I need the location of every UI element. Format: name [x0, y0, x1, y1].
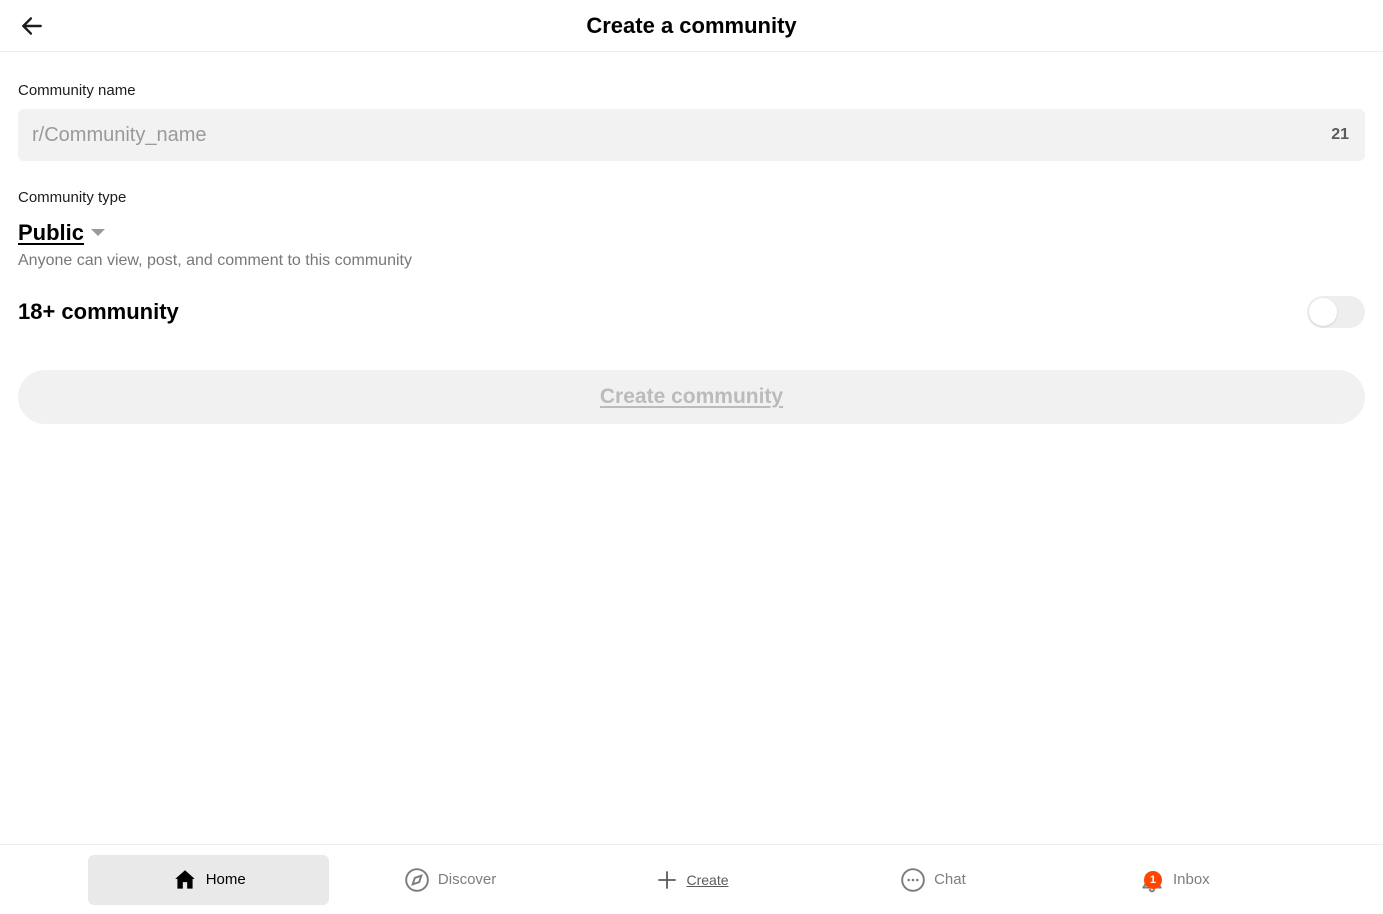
adult-community-label: 18+ community — [18, 299, 179, 325]
community-name-input[interactable] — [18, 109, 1365, 161]
nav-home[interactable]: Home — [88, 855, 329, 905]
form-content: Community name 21 Community type Public … — [0, 52, 1383, 424]
home-icon — [172, 867, 198, 893]
adult-community-row: 18+ community — [18, 296, 1365, 328]
community-name-input-wrapper: 21 — [18, 109, 1365, 161]
nav-inbox-label: Inbox — [1173, 871, 1210, 888]
create-community-button[interactable]: Create community — [18, 370, 1365, 424]
plus-icon — [655, 868, 679, 892]
page-title: Create a community — [586, 13, 796, 39]
community-type-section: Community type Public Anyone can view, p… — [18, 189, 1365, 270]
char-counter: 21 — [1331, 126, 1349, 144]
nav-create[interactable]: Create — [571, 855, 812, 905]
nav-home-label: Home — [206, 871, 246, 888]
inbox-icon-wrapper: 1 — [1139, 867, 1165, 893]
header: Create a community — [0, 0, 1383, 52]
nav-discover[interactable]: Discover — [329, 855, 570, 905]
compass-icon — [404, 867, 430, 893]
nav-chat-label: Chat — [934, 871, 966, 888]
nav-inbox[interactable]: 1 Inbox — [1054, 855, 1295, 905]
adult-toggle[interactable] — [1307, 296, 1365, 328]
arrow-left-icon — [19, 13, 45, 39]
community-type-label: Community type — [18, 189, 1365, 206]
community-type-selector[interactable]: Public — [18, 220, 106, 246]
toggle-thumb — [1309, 298, 1337, 326]
chat-icon — [900, 867, 926, 893]
community-name-label: Community name — [18, 82, 1365, 99]
community-type-description: Anyone can view, post, and comment to th… — [18, 252, 1365, 270]
nav-chat[interactable]: Chat — [812, 855, 1053, 905]
nav-discover-label: Discover — [438, 871, 496, 888]
inbox-badge: 1 — [1144, 871, 1162, 889]
nav-create-label: Create — [687, 872, 729, 888]
caret-down-icon — [90, 228, 106, 238]
community-type-value: Public — [18, 220, 84, 246]
back-button[interactable] — [14, 8, 50, 44]
bottom-nav: Home Discover Create Chat 1 — [0, 844, 1383, 914]
